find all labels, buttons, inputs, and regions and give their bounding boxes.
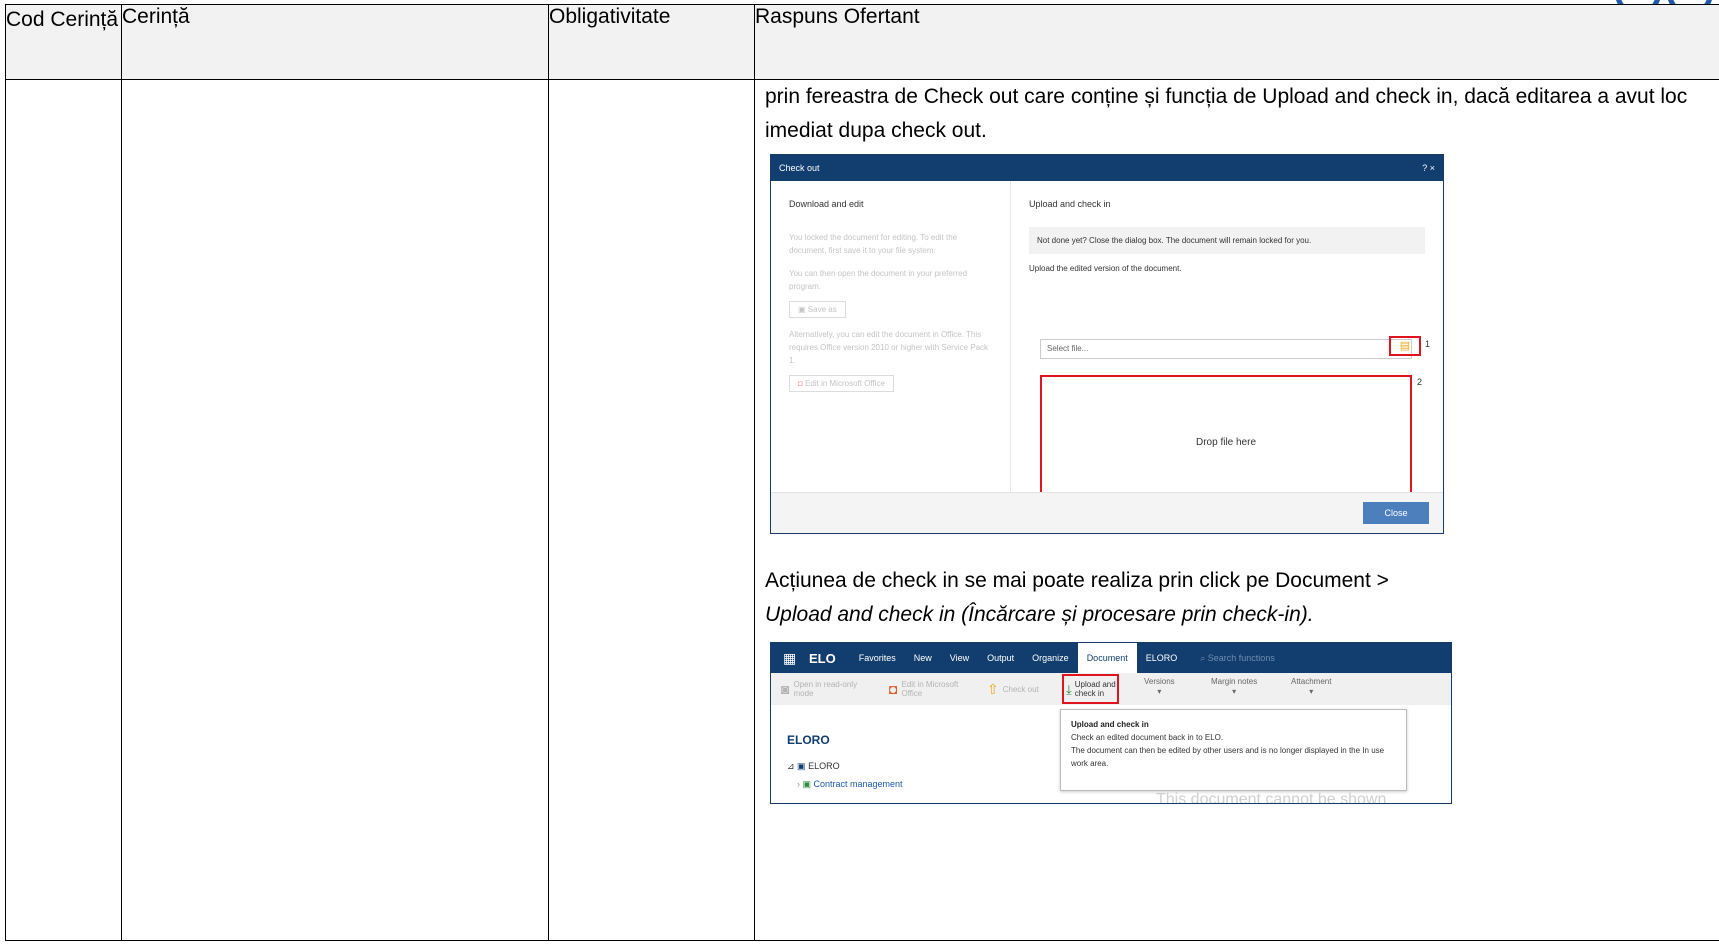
- upload-instruction: Upload the edited version of the documen…: [1029, 264, 1182, 273]
- upload-checkin-tool: ⤓ Upload and check in: [1062, 674, 1119, 704]
- tab-document: Document: [1077, 643, 1137, 673]
- header-cod-cerinta: Cod Cerință: [5, 4, 122, 80]
- edit-office-button: ◘ Edit in Microsoft Office: [789, 375, 894, 392]
- upload-checkin-panel: Upload and check in Not done yet? Close …: [1011, 181, 1443, 509]
- tooltip-line-2: The document can then be edited by other…: [1071, 746, 1385, 768]
- app-grid-icon: ▦: [783, 649, 797, 666]
- response-paragraph-1: prin fereastra de Check out care conține…: [765, 85, 1688, 142]
- table-header-row: Cod Cerință Cerință Obligativitate Raspu…: [5, 4, 1719, 80]
- browse-file-icon: ▤: [1389, 336, 1421, 356]
- tree-root-label: ELORO: [808, 761, 840, 771]
- tree-child-label: Contract management: [813, 779, 903, 789]
- dialog-titlebar: Check out ? ×: [771, 155, 1443, 181]
- check-out-icon: ⇧: [987, 680, 999, 697]
- dialog-note: Not done yet? Close the dialog box. The …: [1029, 227, 1425, 254]
- check-out-tool: ⇧ Check out: [987, 680, 1039, 697]
- elo-ribbon-screenshot: ▦ ELO Favorites New View Output Organize…: [770, 642, 1452, 804]
- ribbon-menubar: ▦ ELO Favorites New View Output Organize…: [771, 643, 1451, 673]
- response-paragraph-2: Acțiunea de check in se mai poate realiz…: [765, 569, 1389, 592]
- cell-cod: [5, 79, 122, 941]
- cell-obligativitate: [548, 79, 755, 941]
- tooltip-line-1: Check an edited document back in to ELO.: [1071, 733, 1224, 742]
- office-icon: ◘: [798, 379, 806, 388]
- table-row: prin fereastra de Check out care conține…: [5, 79, 1719, 941]
- dialog-help-close-icon: ? ×: [1422, 163, 1435, 173]
- requirements-table: Cod Cerință Cerință Obligativitate Raspu…: [5, 4, 1719, 941]
- download-text-2: You can then open the document in your p…: [789, 269, 968, 291]
- header-cerinta: Cerință: [121, 4, 549, 80]
- search-icon: ⌕: [1200, 652, 1208, 663]
- tab-view: View: [949, 653, 970, 663]
- download-edit-title: Download and edit: [789, 199, 864, 209]
- cell-raspuns: prin fereastra de Check out care conține…: [754, 79, 1719, 941]
- office-icon: ◘: [889, 680, 898, 697]
- header-obligativitate: Obligativitate: [548, 4, 755, 80]
- upload-checkin-label: Upload and check in: [1074, 680, 1116, 698]
- open-readonly-label: Open in read-only mode: [793, 680, 858, 698]
- download-text-3: Alternatively, you can edit the document…: [789, 330, 989, 365]
- tree-child: › ▣ Contract management: [797, 779, 903, 790]
- chevron-down-icon: ▾: [1309, 687, 1314, 696]
- cell-cerinta: [121, 79, 549, 941]
- dialog-title: Check out: [779, 163, 820, 173]
- repository-icon: ▣: [797, 761, 809, 771]
- drop-file-zone: Drop file here: [1040, 375, 1412, 509]
- margin-notes-menu: Margin notes ▾: [1211, 677, 1257, 697]
- header-raspuns-ofertant: Raspuns Ofertant: [754, 4, 1719, 80]
- select-file-input: Select file...: [1040, 339, 1412, 359]
- tree-title: ELORO: [787, 733, 830, 747]
- tab-organize: Organize: [1032, 653, 1069, 663]
- edit-office-label: Edit in Microsoft Office: [805, 379, 885, 388]
- marker-1: 1: [1425, 339, 1431, 349]
- open-readonly-tool: ◙ Open in read-only mode: [781, 680, 879, 698]
- repository-tree: ELORO ⊿ ▣ ELORO › ▣ Contract management: [787, 733, 903, 797]
- close-button: Close: [1363, 502, 1429, 524]
- upload-checkin-icon: ⤓: [1066, 681, 1072, 697]
- versions-label: Versions: [1144, 677, 1175, 686]
- folder-icon: ▣: [802, 779, 814, 789]
- search-functions-label: Search functions: [1207, 652, 1275, 663]
- upload-checkin-title: Upload and check in: [1029, 199, 1111, 209]
- tab-output: Output: [987, 653, 1015, 663]
- dialog-footer: Close: [771, 492, 1443, 533]
- checkout-dialog-screenshot: Check out ? × Download and edit You lock…: [770, 154, 1444, 534]
- versions-menu: Versions ▾: [1144, 677, 1175, 697]
- chevron-down-icon: ▾: [1157, 687, 1162, 696]
- preview-placeholder-text: This document cannot be shown: [1156, 791, 1387, 804]
- tab-favorites: Favorites: [858, 653, 896, 663]
- response-paragraph-2-italic: Upload and check in (Încărcare și proces…: [765, 603, 1314, 626]
- save-as-label: Save as: [807, 305, 837, 314]
- marker-2: 2: [1417, 377, 1423, 387]
- chevron-down-icon: ▾: [1232, 687, 1237, 696]
- download-text-1: You locked the document for editing. To …: [789, 233, 958, 255]
- edit-office-tool-label: Edit in Microsoft Office: [901, 680, 959, 698]
- app-name: ELO: [809, 650, 836, 666]
- check-out-label: Check out: [1002, 684, 1039, 694]
- tab-new: New: [913, 653, 932, 663]
- upload-checkin-tooltip: Upload and check in Check an edited docu…: [1060, 709, 1407, 791]
- download-edit-panel: Download and edit You locked the documen…: [771, 181, 1011, 493]
- tooltip-title: Upload and check in: [1071, 720, 1149, 729]
- edit-office-tool: ◘ Edit in Microsoft Office: [889, 680, 977, 698]
- save-icon: ▣: [798, 305, 808, 314]
- collapse-icon: ⊿: [787, 761, 798, 771]
- margin-notes-label: Margin notes: [1211, 677, 1258, 686]
- search-functions: ⌕ Search functions: [1200, 653, 1275, 664]
- tree-root: ⊿ ▣ ELORO: [787, 761, 903, 772]
- tab-eloro: ELORO: [1145, 653, 1178, 663]
- eye-icon: ◙: [781, 680, 790, 697]
- attachment-menu: Attachment ▾: [1291, 677, 1331, 697]
- attachment-label: Attachment: [1291, 677, 1332, 686]
- save-as-button: ▣ Save as: [789, 301, 846, 318]
